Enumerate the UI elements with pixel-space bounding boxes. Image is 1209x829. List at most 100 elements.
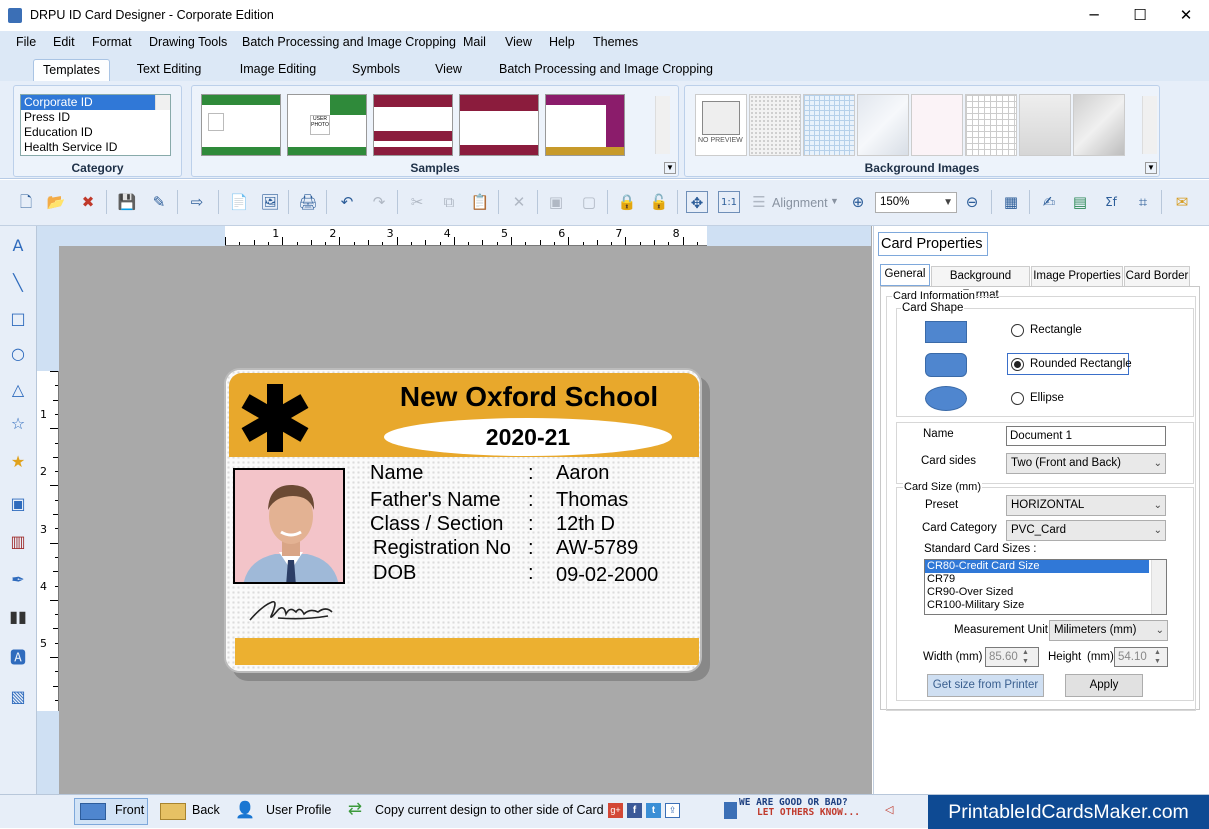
sample-thumbnail[interactable] bbox=[201, 94, 281, 156]
excel-icon[interactable]: ▤ bbox=[1069, 191, 1091, 213]
id-card[interactable]: New Oxford School 2020-21 Name : Aaron F… bbox=[224, 368, 702, 673]
card-sides-select[interactable]: Two (Front and Back) ⌄ bbox=[1006, 453, 1166, 474]
shapes-tool-icon[interactable]: ★ bbox=[6, 450, 30, 474]
back-button[interactable]: Back bbox=[192, 803, 220, 817]
zoom-select[interactable]: 150% ▼ bbox=[875, 192, 957, 213]
bg-thumbnail[interactable] bbox=[857, 94, 909, 156]
fit-to-window-icon[interactable]: ✥ bbox=[686, 191, 708, 213]
barcode-tool-icon[interactable]: ▮▮ bbox=[6, 605, 30, 629]
formula-icon[interactable]: Σf bbox=[1100, 191, 1122, 213]
field-label-name[interactable]: Name bbox=[370, 462, 423, 485]
copy-icon[interactable]: ⧉ bbox=[438, 191, 460, 213]
sample-thumbnail[interactable]: USER PHOTO bbox=[287, 94, 367, 156]
rectangle-shape-icon[interactable] bbox=[925, 321, 967, 343]
feedback-icon[interactable] bbox=[724, 802, 737, 819]
close-document-icon[interactable]: ✖ bbox=[77, 191, 99, 213]
save-as-icon[interactable]: ✎ bbox=[148, 191, 170, 213]
facebook-icon[interactable]: f bbox=[627, 803, 642, 818]
minimize-button[interactable]: ─ bbox=[1071, 0, 1117, 31]
ellipse-tool-icon[interactable]: ○ bbox=[6, 342, 30, 366]
bg-thumbnail[interactable] bbox=[749, 94, 801, 156]
brand-banner[interactable]: PrintableIdCardsMaker.com bbox=[928, 795, 1209, 829]
width-spinner[interactable]: ▲ ▼ bbox=[1022, 648, 1029, 666]
share-icon[interactable]: ⇪ bbox=[665, 803, 680, 818]
signature-image[interactable] bbox=[248, 592, 344, 626]
medical-star-icon[interactable] bbox=[237, 380, 313, 456]
delete-icon[interactable]: ✕ bbox=[508, 191, 530, 213]
field-value-registration[interactable]: AW-5789 bbox=[556, 537, 638, 560]
new-icon[interactable]: 🗋 bbox=[15, 191, 37, 213]
tab-batch-processing[interactable]: Batch Processing and Image Cropping bbox=[498, 59, 714, 81]
copy-design-icon[interactable]: ⇄ bbox=[340, 799, 370, 825]
ungroup-icon[interactable]: ▢ bbox=[578, 191, 600, 213]
image-tool-icon[interactable]: ▧ bbox=[6, 685, 30, 709]
field-value-dob[interactable]: 09-02-2000 bbox=[556, 564, 658, 587]
tab-general[interactable]: General bbox=[880, 264, 930, 286]
triangle-tool-icon[interactable]: △ bbox=[6, 378, 30, 402]
tab-background-format[interactable]: Background Format bbox=[931, 266, 1030, 301]
card-category-select[interactable]: PVC_Card ⌄ bbox=[1006, 520, 1166, 541]
bg-thumbnail-no-preview[interactable]: NO PREVIEW bbox=[695, 94, 747, 156]
ellipse-shape-icon[interactable] bbox=[925, 386, 967, 411]
library-tool-icon[interactable]: ▥ bbox=[6, 530, 30, 554]
menu-mail[interactable]: Mail bbox=[463, 35, 486, 49]
field-label-registration[interactable]: Registration No bbox=[373, 537, 511, 560]
menu-format[interactable]: Format bbox=[92, 35, 132, 49]
bg-thumbnail[interactable] bbox=[1073, 94, 1125, 156]
user-profile-icon[interactable]: 👤 bbox=[234, 800, 256, 822]
menu-drawing-tools[interactable]: Drawing Tools bbox=[149, 35, 227, 49]
rectangle-tool-icon[interactable]: □ bbox=[6, 307, 30, 331]
paste-icon[interactable]: 📋 bbox=[469, 191, 491, 213]
field-value-father[interactable]: Thomas bbox=[556, 489, 628, 512]
open-icon[interactable]: 📂 bbox=[45, 191, 67, 213]
tab-image-properties[interactable]: Image Properties bbox=[1031, 266, 1123, 286]
mail-icon[interactable]: ✉ bbox=[1171, 191, 1193, 213]
preset-select[interactable]: HORIZONTAL ⌄ bbox=[1006, 495, 1166, 516]
tab-symbols[interactable]: Symbols bbox=[343, 59, 409, 81]
grid-icon[interactable]: ▦ bbox=[1000, 191, 1022, 213]
category-item[interactable]: Health Service ID bbox=[21, 140, 170, 155]
properties-icon[interactable]: 📄 bbox=[228, 191, 250, 213]
crop-icon[interactable]: ⌗ bbox=[1132, 191, 1154, 213]
category-item[interactable]: Education ID bbox=[21, 125, 170, 140]
category-item[interactable]: Corporate ID bbox=[21, 95, 170, 110]
height-spinner[interactable]: ▲ ▼ bbox=[1154, 648, 1161, 666]
size-item[interactable]: CR80-Credit Card Size bbox=[925, 560, 1149, 573]
field-label-father[interactable]: Father's Name bbox=[370, 489, 501, 512]
user-profile-button[interactable]: User Profile bbox=[266, 803, 331, 817]
rounded-rectangle-radio[interactable] bbox=[1011, 358, 1024, 371]
category-scrollbar[interactable] bbox=[155, 95, 170, 110]
size-item[interactable]: CR100-Military Size bbox=[925, 599, 1166, 612]
export-icon[interactable]: ⇨ bbox=[186, 191, 208, 213]
background-expand-icon[interactable]: ▼ bbox=[1145, 162, 1157, 174]
samples-scrollbar[interactable] bbox=[655, 96, 670, 154]
field-value-class[interactable]: 12th D bbox=[556, 513, 615, 536]
category-item[interactable]: Press ID bbox=[21, 110, 170, 125]
apply-button[interactable]: Apply bbox=[1065, 674, 1143, 697]
sample-thumbnail[interactable] bbox=[373, 94, 453, 156]
cut-icon[interactable]: ✂ bbox=[406, 191, 428, 213]
rounded-rectangle-shape-icon[interactable] bbox=[925, 353, 967, 377]
background-scrollbar[interactable] bbox=[1142, 96, 1157, 154]
tab-view[interactable]: View bbox=[426, 59, 471, 81]
menu-file[interactable]: File bbox=[16, 35, 36, 49]
card-footer-bar[interactable] bbox=[235, 638, 699, 665]
edit-icon[interactable]: ✍ bbox=[1038, 191, 1060, 213]
tab-card-border[interactable]: Card Border bbox=[1124, 266, 1190, 286]
size-item[interactable]: CR90-Over Sized bbox=[925, 586, 1166, 599]
lock-icon[interactable]: 🔒 bbox=[616, 191, 638, 213]
menu-help[interactable]: Help bbox=[549, 35, 575, 49]
bg-thumbnail[interactable] bbox=[965, 94, 1017, 156]
rectangle-radio[interactable] bbox=[1011, 324, 1024, 337]
field-value-name[interactable]: Aaron bbox=[556, 462, 609, 485]
field-label-class[interactable]: Class / Section bbox=[370, 513, 503, 536]
picture-tool-icon[interactable]: ▣ bbox=[6, 492, 30, 516]
academic-year[interactable]: 2020-21 bbox=[384, 418, 672, 456]
ellipse-radio[interactable] bbox=[1011, 392, 1024, 405]
field-label-dob[interactable]: DOB bbox=[373, 562, 416, 585]
bg-thumbnail[interactable] bbox=[911, 94, 963, 156]
back-card-icon[interactable] bbox=[160, 803, 186, 820]
signature-tool-icon[interactable]: ✒ bbox=[6, 568, 30, 592]
school-name[interactable]: New Oxford School bbox=[379, 381, 679, 413]
close-button[interactable]: ✕ bbox=[1163, 0, 1209, 31]
